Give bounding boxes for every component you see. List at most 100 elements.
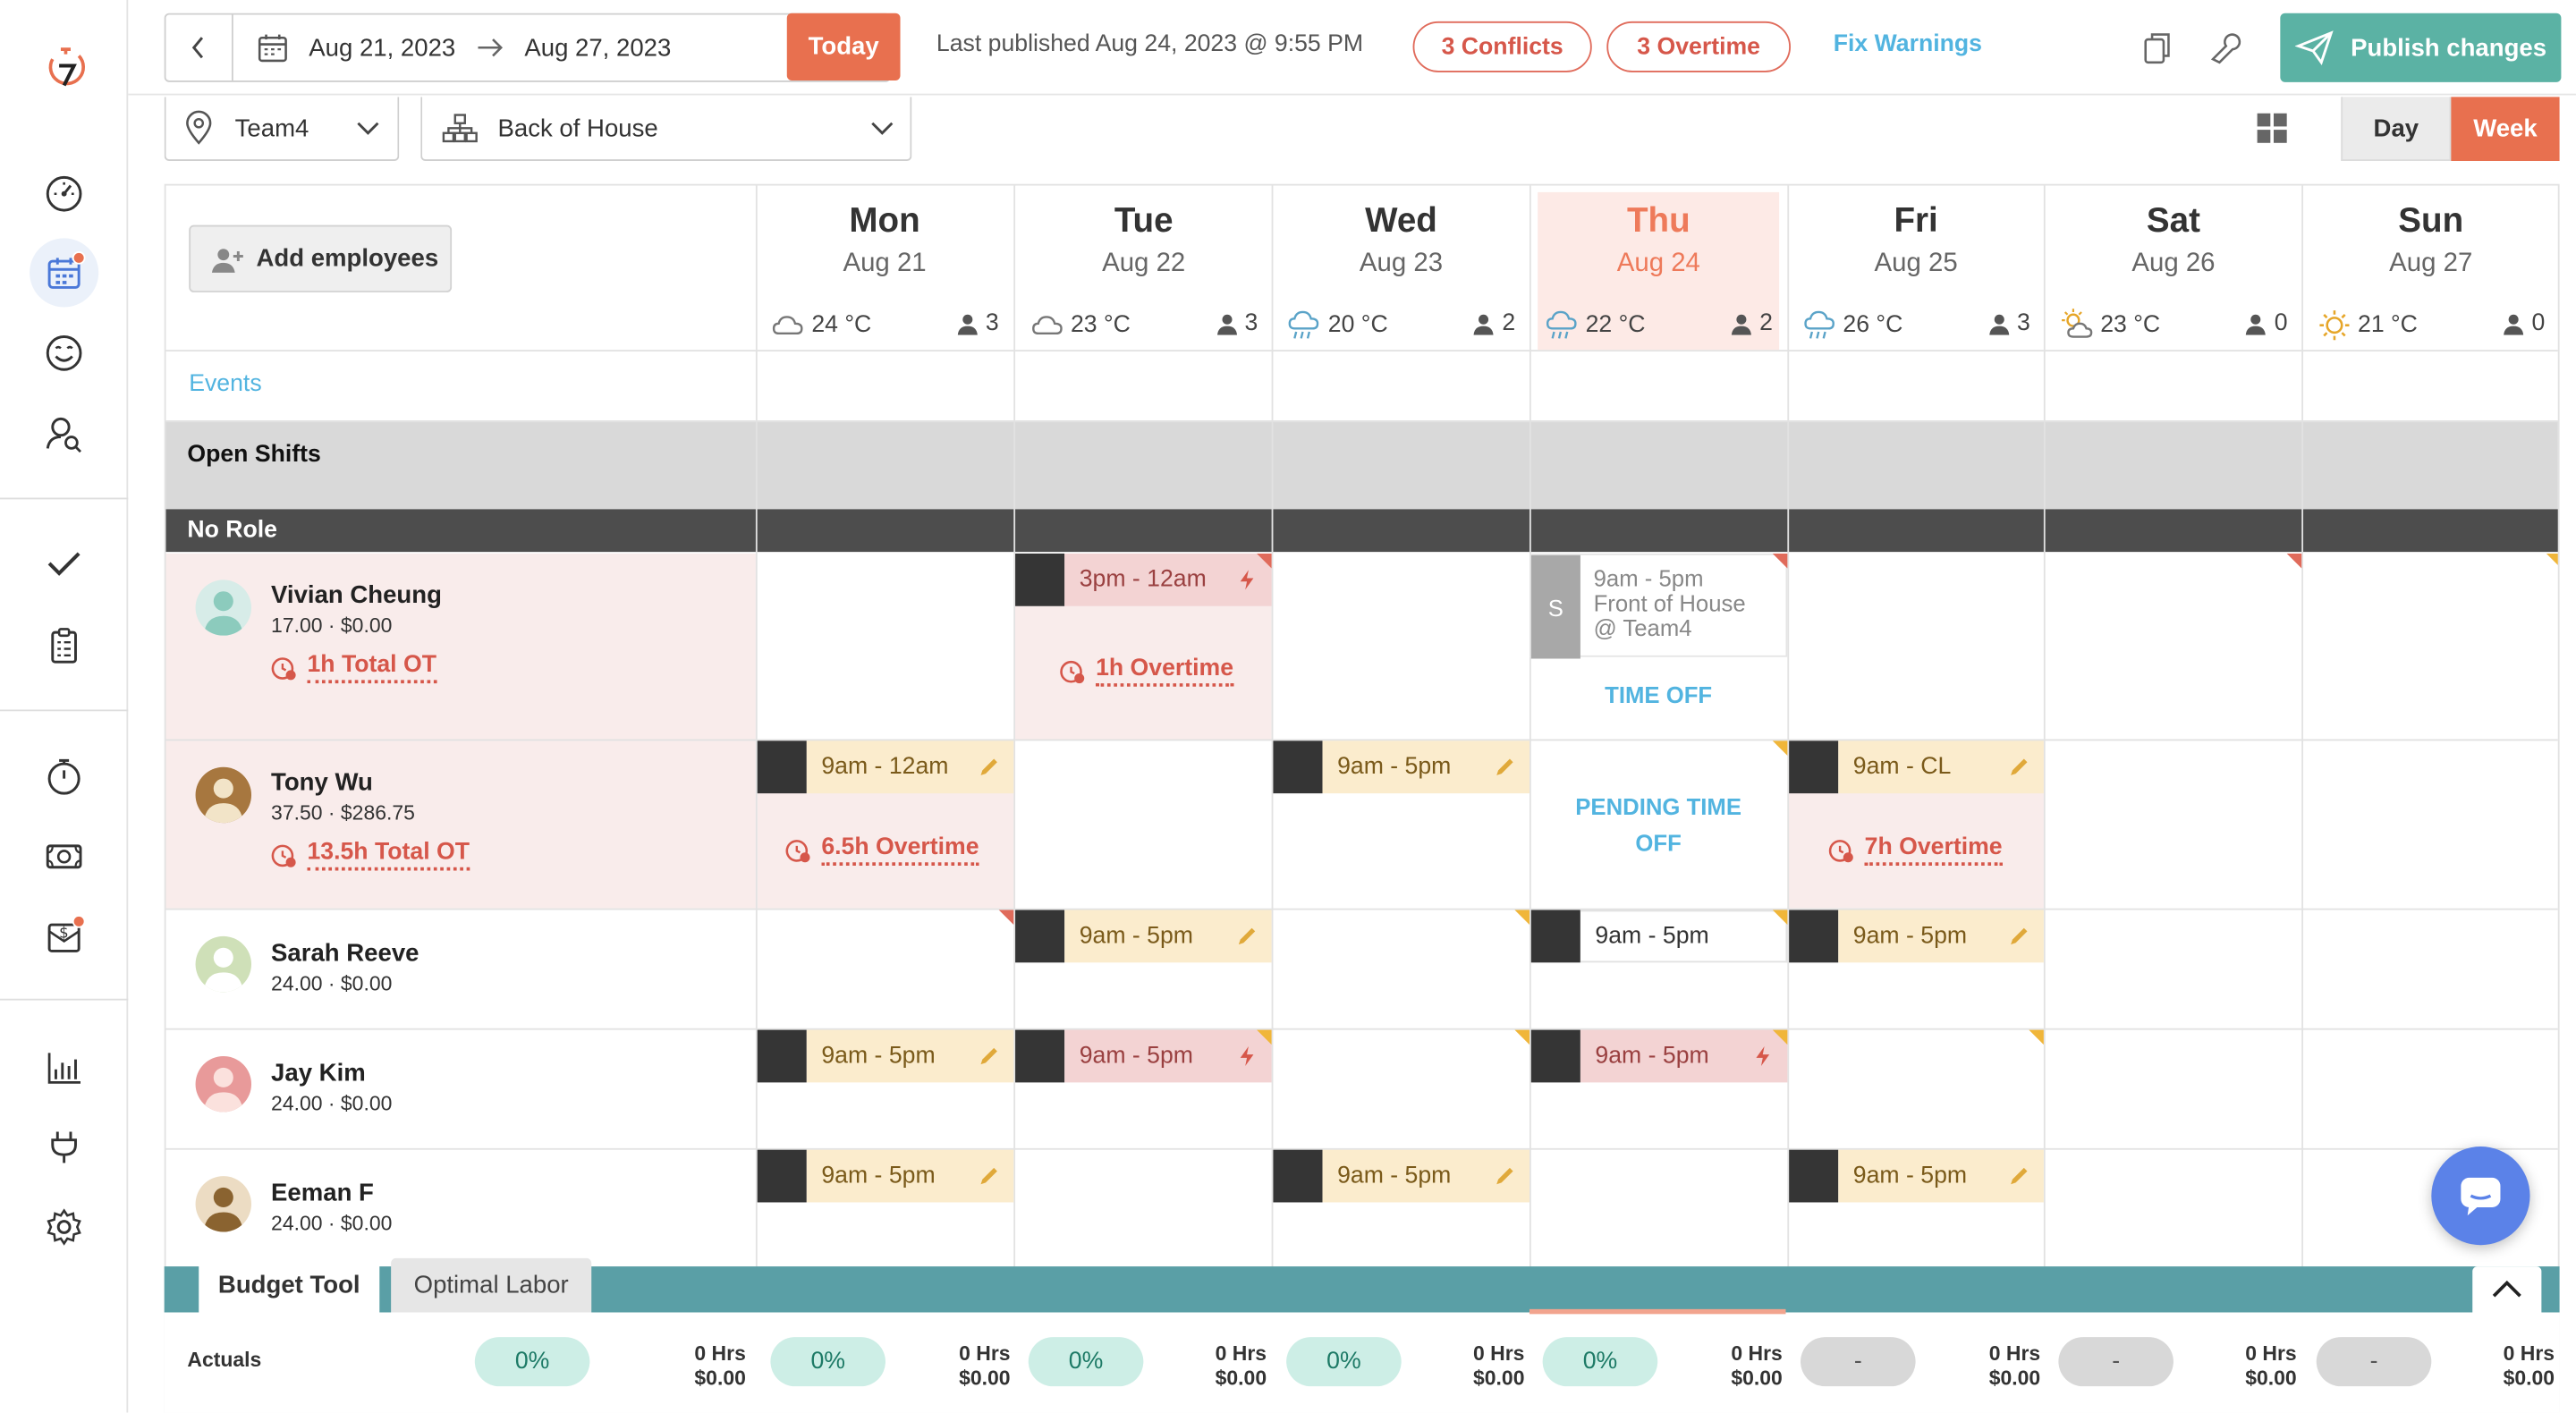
shift-card[interactable]: 9am - 5pm — [757, 1149, 1014, 1203]
today-button[interactable]: Today — [786, 13, 901, 80]
warning-flag[interactable] — [1257, 1029, 1272, 1045]
day-header-sun[interactable]: Sun Aug 27 21 °C 0 — [2310, 192, 2552, 350]
shift-card[interactable]: 9am - 5pm — [1530, 910, 1788, 963]
nav-hiring[interactable] — [30, 399, 98, 468]
nav-time-clock[interactable] — [30, 742, 98, 811]
chevron-down-icon — [357, 122, 379, 135]
warning-flag[interactable] — [1772, 740, 1788, 756]
date-range-display[interactable]: Aug 21, 2023 Aug 27, 2023 — [233, 31, 822, 64]
rain-icon — [1803, 310, 1835, 339]
shift-card[interactable]: 9am - 5pm — [1530, 1029, 1788, 1083]
employee-rate: 24.00 · $0.00 — [271, 1212, 393, 1236]
total-ot-link[interactable]: 1h Total OT — [271, 652, 436, 684]
shift-card[interactable]: 3pm - 12am — [1015, 553, 1272, 606]
pencil-icon — [980, 1047, 997, 1065]
overtime-link[interactable]: 1h Overtime — [1060, 656, 1234, 687]
shift-status-badge: S — [1530, 554, 1580, 659]
events-link[interactable]: Events — [189, 371, 261, 397]
fix-warnings-link[interactable]: Fix Warnings — [1834, 31, 1982, 57]
copy-icon[interactable] — [2139, 30, 2174, 65]
wrench-icon[interactable] — [2207, 30, 2242, 65]
overtime-clock-icon — [1060, 659, 1085, 683]
shift-card[interactable]: 9am - 5pm — [1789, 910, 2044, 963]
collapse-budget-button[interactable] — [2472, 1266, 2542, 1313]
shift-card[interactable]: 9am - 5pm — [1015, 1029, 1272, 1083]
department-select[interactable]: Back of House — [420, 97, 912, 161]
shift-card[interactable]: 9am - 5pm — [1273, 740, 1530, 794]
nav-schedule[interactable] — [30, 238, 99, 308]
day-header-wed[interactable]: Wed Aug 23 20 °C 2 — [1281, 192, 1522, 350]
app-logo-icon[interactable] — [43, 39, 89, 92]
nav-tips[interactable]: $ — [30, 901, 98, 970]
warning-flag[interactable] — [2286, 553, 2302, 569]
actuals-hours: 0 Hrs $0.00 — [1988, 1341, 2041, 1390]
warning-flag[interactable] — [1514, 910, 1530, 926]
employee-name[interactable]: Tony Wu — [271, 769, 373, 797]
employee-name[interactable]: Eeman F — [271, 1180, 374, 1207]
actuals-percent-pill: - — [1801, 1337, 1916, 1387]
warning-flag[interactable] — [2546, 553, 2558, 569]
nav-integrations[interactable] — [30, 1112, 98, 1180]
warning-flag[interactable] — [2029, 1029, 2044, 1045]
chevron-left-icon — [191, 37, 204, 59]
nav-tasks[interactable] — [30, 529, 98, 597]
overtime-clock-icon — [785, 839, 810, 862]
week-view-button[interactable]: Week — [2451, 97, 2560, 161]
overtime-clock-icon — [1828, 839, 1853, 862]
avatar[interactable] — [195, 580, 252, 636]
day-header-sat[interactable]: Sat Aug 26 23 °C 0 — [2053, 192, 2294, 350]
shift-card[interactable]: 9am - CL — [1789, 740, 2044, 794]
warning-flag[interactable] — [1772, 910, 1788, 926]
conflicts-button[interactable]: 3 Conflicts — [1412, 21, 1592, 72]
overtime-clock-icon — [271, 843, 296, 867]
day-header-tue[interactable]: Tue Aug 22 23 °C 3 — [1023, 192, 1265, 350]
avatar[interactable] — [195, 1176, 252, 1232]
nav-checklists[interactable] — [30, 611, 98, 680]
shift-card[interactable]: 9am - 5pm — [757, 1029, 1014, 1083]
total-ot-link[interactable]: 13.5h Total OT — [271, 840, 470, 871]
warning-flag[interactable] — [998, 910, 1014, 926]
temperature: 21 °C — [2358, 311, 2418, 339]
avatar[interactable] — [195, 766, 252, 824]
open-shifts-row[interactable] — [165, 420, 2558, 510]
chat-button[interactable] — [2431, 1146, 2530, 1246]
previous-week-button[interactable] — [166, 15, 232, 80]
day-date: Aug 24 — [1616, 250, 1700, 278]
avatar[interactable] — [195, 1055, 252, 1113]
day-view-button[interactable]: Day — [2341, 97, 2452, 161]
nav-engagement[interactable] — [30, 318, 98, 387]
shift-card[interactable]: 9am - 5pm — [1015, 910, 1272, 963]
lightning-icon — [1240, 1045, 1254, 1067]
scheduled-shift-card[interactable]: S 9am - 5pm Front of House @ Team4 — [1529, 553, 1788, 659]
nav-reports[interactable] — [30, 1033, 98, 1102]
publish-changes-button[interactable]: Publish changes — [2280, 13, 2562, 82]
location-select[interactable]: Team4 — [164, 97, 400, 161]
grid-view-icon[interactable] — [2254, 110, 2290, 146]
warning-flag[interactable] — [1772, 553, 1788, 569]
add-employees-button[interactable]: Add employees — [189, 224, 453, 292]
shift-card[interactable]: 9am - 5pm — [1789, 1149, 2044, 1203]
day-header-thu[interactable]: Thu Aug 24 22 °C 2 — [1538, 191, 1780, 351]
employee-name[interactable]: Vivian Cheung — [271, 581, 442, 609]
overtime-link[interactable]: 6.5h Overtime — [785, 834, 979, 866]
calendar-icon — [258, 34, 287, 63]
shift-card[interactable]: 9am - 5pm — [1273, 1149, 1530, 1203]
warning-flag[interactable] — [1257, 553, 1272, 569]
nav-settings[interactable] — [30, 1192, 98, 1261]
tab-budget-tool[interactable]: Budget Tool — [199, 1257, 380, 1313]
day-header-fri[interactable]: Fri Aug 25 26 °C 3 — [1795, 192, 2037, 350]
warning-flag[interactable] — [1772, 1029, 1788, 1045]
avatar[interactable] — [195, 935, 252, 993]
shift-card[interactable]: 9am - 12am — [757, 740, 1014, 794]
employee-name[interactable]: Sarah Reeve — [271, 940, 419, 968]
time-off-label[interactable]: TIME OFF — [1531, 681, 1786, 707]
day-header-mon[interactable]: Mon Aug 21 24 °C 3 — [764, 192, 1005, 350]
overtime-link[interactable]: 7h Overtime — [1828, 834, 2003, 866]
nav-dashboard[interactable] — [30, 157, 98, 226]
pending-time-off-label[interactable]: PENDING TIME OFF — [1555, 789, 1761, 861]
tab-optimal-labor[interactable]: Optimal Labor — [391, 1257, 592, 1313]
nav-payroll[interactable] — [30, 821, 98, 890]
warning-flag[interactable] — [1514, 1029, 1530, 1045]
employee-name[interactable]: Jay Kim — [271, 1060, 366, 1087]
overtime-button[interactable]: 3 Overtime — [1606, 21, 1792, 72]
